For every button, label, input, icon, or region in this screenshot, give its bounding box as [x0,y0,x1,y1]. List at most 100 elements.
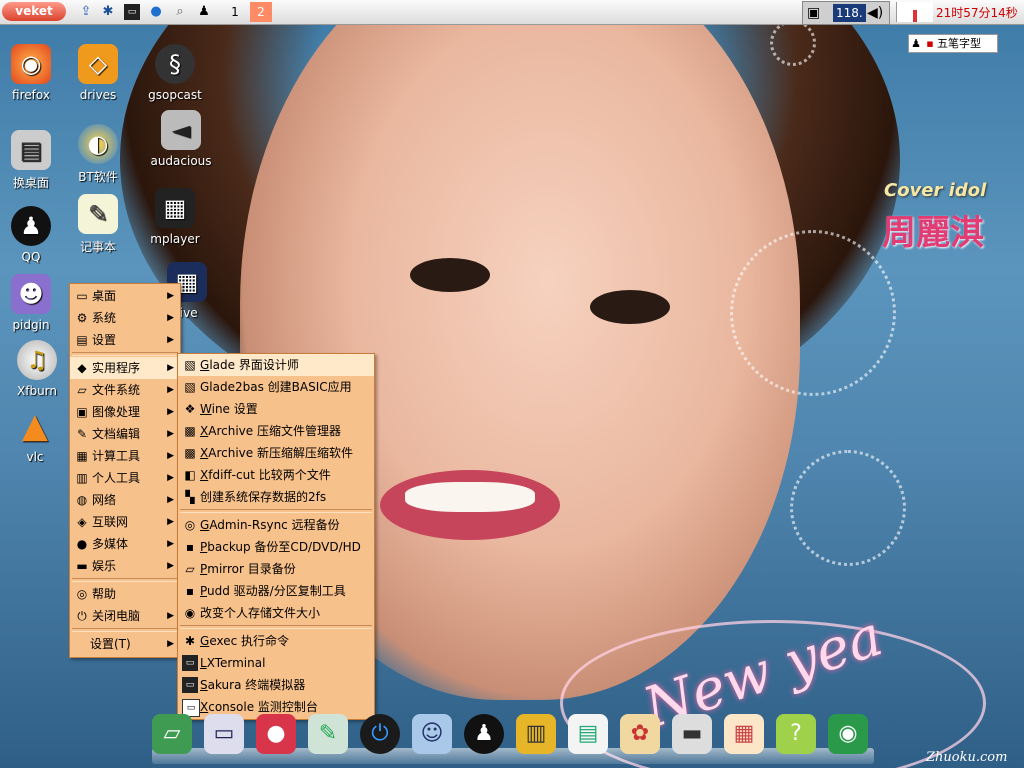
users-icon[interactable]: ☺ [412,714,452,754]
submenu-item-pmirror[interactable]: ▱ Pmirror 目录备份 [178,558,374,580]
wallpaper-eye-right [590,290,670,324]
submenu-arrow-icon: ▶ [167,291,174,301]
wallpaper-flower [730,230,896,396]
help-icon[interactable]: ? [776,714,816,754]
desktop-icon-vlc[interactable]: ▲ vlc [0,406,70,464]
terminal-icon[interactable]: ▭ [124,4,140,20]
camera-icon[interactable]: ◉ [828,714,868,754]
network-icon[interactable]: ▣ [807,4,829,22]
submenu-item-glade[interactable]: ▧ Glade 界面设计师 [178,354,374,376]
system-tray: ▣ 118. ◀) [802,1,890,25]
settings-icon: ▤ [76,333,88,347]
submenu-item-glade2bas[interactable]: ▧ Glade2bas 创建BASIC应用 [178,376,374,398]
chart-icon[interactable]: ▤ [568,714,608,754]
editor-icon[interactable]: ✎ [308,714,348,754]
submenu-arrow-icon: ▶ [167,429,174,439]
submenu-item-sakura[interactable]: ▭ Sakura 终端模拟器 [178,674,374,696]
menu-item-games[interactable]: ▬ 娱乐 ▶ [70,555,180,577]
desktop-icon-pidgin[interactable]: ☻ pidgin [0,274,66,332]
menu-separator [180,509,372,513]
submenu-item-gadmin-rsync[interactable]: ◎ GAdmin-Rsync 远程备份 [178,514,374,536]
submenu-item-resize-storage[interactable]: ◉ 改变个人存储文件大小 [178,602,374,624]
submenu-arrow-icon: ▶ [167,473,174,483]
submenu-item-xarchive[interactable]: ▩ XArchive 压缩文件管理器 [178,420,374,442]
menu-item-multimedia[interactable]: ● 多媒体 ▶ [70,533,180,555]
search-icon[interactable]: ⌕ [172,4,188,20]
menu-item-setup[interactable]: 设置(T) ▶ [70,633,180,655]
submenu-item-pbackup[interactable]: ▪ Pbackup 备份至CD/DVD/HD [178,536,374,558]
desktop-icon-gsopcast[interactable]: § gsopcast [140,44,210,102]
menu-item-help[interactable]: ◎ 帮助 [70,583,180,605]
menu-item-filesystem[interactable]: ▱ 文件系统 ▶ [70,379,180,401]
globe-icon[interactable]: ● [148,4,164,20]
volume-icon[interactable]: ◀) [867,4,883,22]
qq-penguin-icon: ♟ [11,206,51,246]
firefox-icon: ◉ [11,44,51,84]
cover-title: Cover idol [884,180,987,201]
submenu-arrow-icon: ▶ [167,539,174,549]
submenu-item-2fs[interactable]: ▚ 创建系统保存数据的2fs [178,486,374,508]
desktop-icon-change-desktop[interactable]: ▤ 换桌面 [0,130,66,191]
submenu-item-lxterminal[interactable]: ▭ LXTerminal [178,652,374,674]
archive-icon: ▩ [184,424,196,438]
glade-icon: ▧ [184,358,196,372]
workspace-2[interactable]: 2 [250,2,272,22]
book-icon[interactable]: ▥ [516,714,556,754]
usb-icon[interactable]: ▬ [672,714,712,754]
submenu-item-pudd[interactable]: ▪ Pudd 驱动器/分区复制工具 [178,580,374,602]
submenu-item-xfdiff[interactable]: ◧ Xfdiff-cut 比较两个文件 [178,464,374,486]
menu-item-calculator[interactable]: ▦ 计算工具 ▶ [70,445,180,467]
desktop-icon-firefox[interactable]: ◉ firefox [0,44,66,102]
desktop-icon-xfburn[interactable]: ♫ Xfburn [2,340,72,398]
menu-item-settings[interactable]: ▤ 设置 ▶ [70,329,180,351]
wine-icon: ❖ [184,402,196,416]
submenu-arrow-icon: ▶ [167,363,174,373]
calendar-icon[interactable]: ▦ [724,714,764,754]
menu-item-desktop[interactable]: ▭ 桌面 ▶ [70,285,180,307]
submenu-item-wine[interactable]: ❖ Wine 设置 [178,398,374,420]
menu-item-utilities[interactable]: ◆ 实用程序 ▶ [70,357,180,379]
submenu-item-gexec[interactable]: ✱ Gexec 执行命令 [178,630,374,652]
desktop-icon-audacious[interactable]: ◄ audacious [146,110,216,168]
asterisk-icon[interactable]: ✱ [100,4,116,20]
floppy-icon: ▪ [185,584,195,598]
update-icon[interactable]: ⇪ [78,4,94,20]
desktop-icon-bt[interactable]: ◐ BT软件 [63,124,133,185]
qq-penguin-icon[interactable]: ♟ [196,4,212,20]
network-icon: ◍ [76,493,88,507]
desktop-icon-mplayer[interactable]: ▦ mplayer [140,188,210,246]
menu-item-internet[interactable]: ◈ 互联网 ▶ [70,511,180,533]
ime-bar[interactable]: ♟ ▪ 五笔字型 [908,34,998,53]
image-icon: ▣ [76,405,88,419]
help-icon: ◎ [76,587,88,601]
menu-item-system[interactable]: ⚙ 系统 ▶ [70,307,180,329]
gear-icon: ✱ [184,634,196,648]
start-button[interactable]: veket [2,2,66,21]
submenu-arrow-icon: ▶ [167,451,174,461]
menu-item-document[interactable]: ✎ 文档编辑 ▶ [70,423,180,445]
qq-penguin-icon[interactable]: ♟ [464,714,504,754]
paint-icon[interactable]: ✿ [620,714,660,754]
notepad-icon: ✎ [78,194,118,234]
wallpaper-eye-left [410,258,490,292]
workspace-1[interactable]: 1 [224,2,246,22]
desktop-icon-notepad[interactable]: ✎ 记事本 [63,194,133,255]
desktop-icon-qq[interactable]: ♟ QQ [0,206,66,264]
monitor-icon[interactable]: ▭ [204,714,244,754]
menu-item-network[interactable]: ◍ 网络 ▶ [70,489,180,511]
menu-item-shutdown[interactable]: ⏻ 关闭电脑 ▶ [70,605,180,627]
folder-icon[interactable]: ▱ [152,714,192,754]
wallpaper-flower [770,20,816,66]
menu-item-image[interactable]: ▣ 图像处理 ▶ [70,401,180,423]
desktop-icon-drives[interactable]: ◇ drives [63,44,133,102]
clock[interactable]: 21时57分14秒 [936,4,1018,21]
pig-icon[interactable]: ● [256,714,296,754]
folder-icon: ▱ [77,383,87,397]
menu-item-personal[interactable]: ▥ 个人工具 ▶ [70,467,180,489]
submenu-item-xarchive-new[interactable]: ▩ XArchive 新压缩解压缩软件 [178,442,374,464]
document-icon: ✎ [76,427,88,441]
terminal-icon: ▭ [182,655,198,671]
power-icon[interactable]: ⏻ [360,714,400,754]
main-menu: ▭ 桌面 ▶ ⚙ 系统 ▶ ▤ 设置 ▶ ◆ 实用程序 ▶ ▱ 文件系统 ▶ ▣ 图像处理 ▶ ✎ 文档编… [69,283,181,658]
game-icon: ▬ [76,559,88,573]
